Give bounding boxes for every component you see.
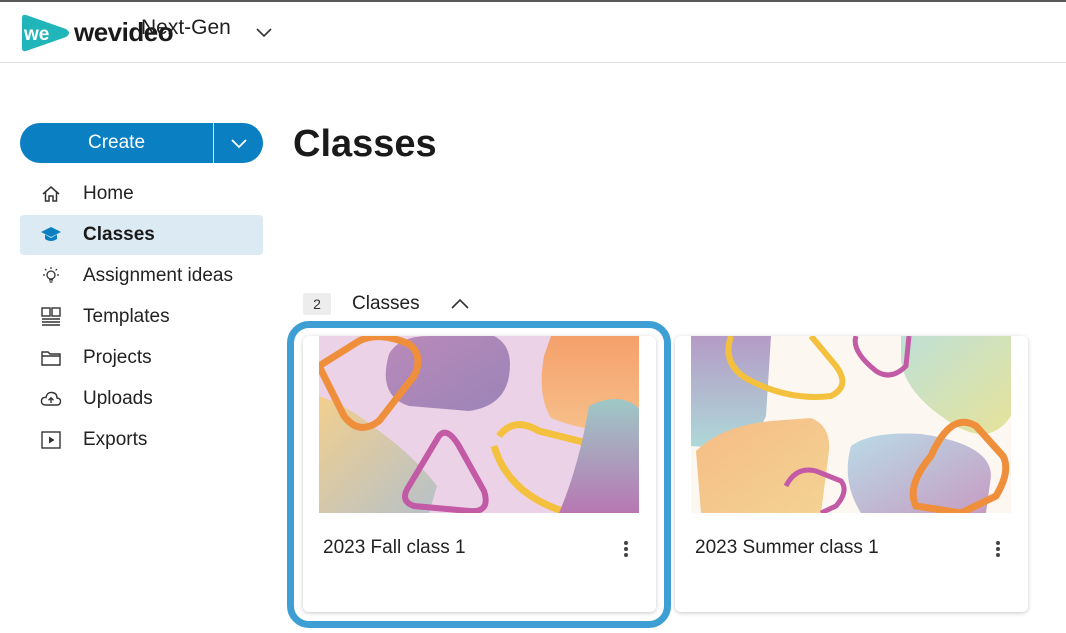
more-options-icon[interactable] bbox=[990, 539, 1006, 559]
templates-icon bbox=[41, 307, 61, 326]
cloud-upload-icon bbox=[40, 391, 62, 406]
class-card[interactable]: 2023 Fall class 1 bbox=[303, 336, 656, 612]
home-icon bbox=[42, 186, 60, 202]
sidebar-item-label: Exports bbox=[83, 429, 148, 450]
class-thumbnail bbox=[319, 336, 639, 513]
sidebar-item-label: Classes bbox=[83, 224, 155, 245]
sidebar-item-label: Home bbox=[83, 183, 134, 204]
lightbulb-icon bbox=[43, 267, 59, 283]
section-label: Classes bbox=[352, 293, 420, 314]
sidebar-item-label: Templates bbox=[83, 306, 170, 327]
create-button[interactable]: Create bbox=[20, 123, 213, 163]
svg-text:we: we bbox=[23, 24, 49, 45]
create-button-group: Create bbox=[20, 123, 263, 163]
sidebar-item-classes[interactable]: Classes bbox=[20, 215, 263, 255]
chevron-down-icon[interactable] bbox=[255, 23, 273, 41]
more-options-icon[interactable] bbox=[618, 539, 634, 559]
play-box-icon bbox=[41, 431, 61, 449]
sidebar-item-label: Projects bbox=[83, 347, 152, 368]
workspace-name[interactable]: Next-Gen bbox=[141, 16, 231, 40]
class-card[interactable]: 2023 Summer class 1 bbox=[675, 336, 1028, 612]
folder-icon bbox=[41, 351, 61, 366]
sidebar-item-uploads[interactable]: Uploads bbox=[20, 379, 263, 419]
sidebar-item-assignment-ideas[interactable]: Assignment ideas bbox=[20, 256, 263, 296]
sidebar-item-home[interactable]: Home bbox=[20, 174, 263, 214]
app-header: we wevideo Next-Gen bbox=[0, 2, 1066, 63]
logo-mark-icon: we bbox=[22, 14, 69, 52]
card-title: 2023 Fall class 1 bbox=[323, 537, 466, 558]
sidebar-item-projects[interactable]: Projects bbox=[20, 338, 263, 378]
card-title: 2023 Summer class 1 bbox=[695, 537, 879, 558]
sidebar-item-templates[interactable]: Templates bbox=[20, 297, 263, 337]
chevron-down-icon bbox=[230, 139, 247, 149]
create-dropdown-button[interactable] bbox=[214, 123, 263, 163]
class-thumbnail bbox=[691, 336, 1011, 513]
sidebar-item-label: Uploads bbox=[83, 388, 153, 409]
wevideo-logo[interactable]: we wevideo bbox=[18, 12, 174, 54]
classes-section-header[interactable]: 2 Classes bbox=[303, 291, 469, 317]
sidebar-item-exports[interactable]: Exports bbox=[20, 420, 263, 460]
page-title: Classes bbox=[293, 123, 437, 165]
chevron-up-icon[interactable] bbox=[450, 295, 470, 313]
class-count-badge: 2 bbox=[303, 293, 331, 315]
graduation-cap-icon bbox=[41, 227, 61, 241]
sidebar-item-label: Assignment ideas bbox=[83, 265, 233, 286]
sidebar-nav: Home Classes Assignment ideas Templates … bbox=[20, 174, 263, 461]
